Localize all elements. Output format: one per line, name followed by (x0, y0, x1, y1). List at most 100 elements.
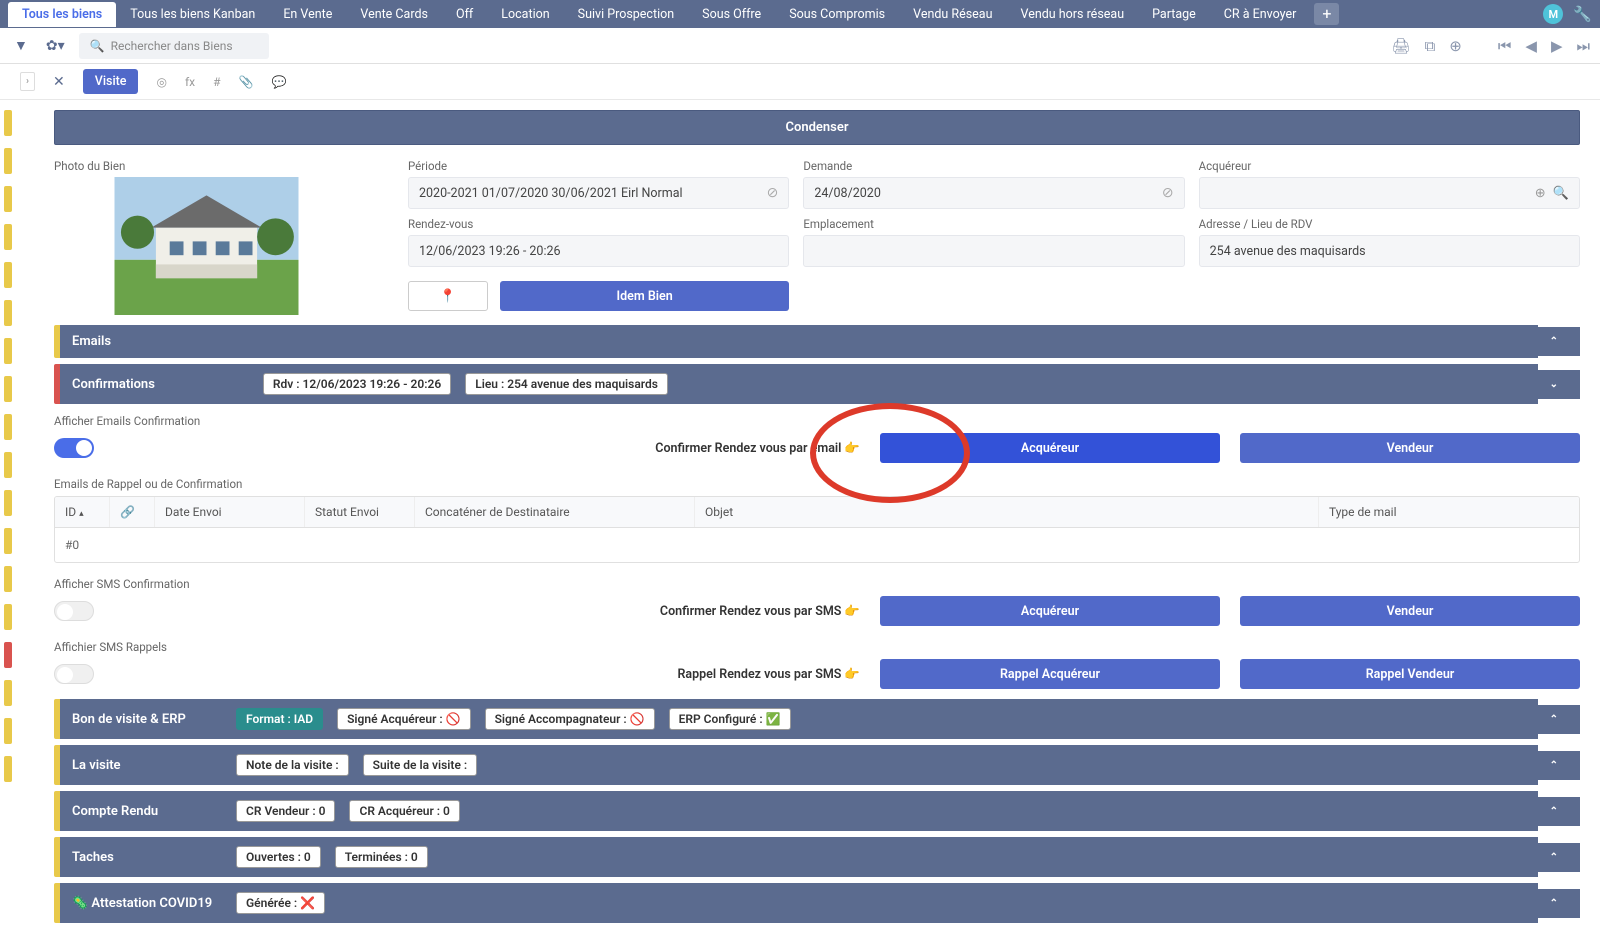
add-icon[interactable]: ⊕ (1449, 37, 1462, 55)
vendeur-sms-button[interactable]: Vendeur (1240, 596, 1580, 626)
prev-icon[interactable]: ◀ (1525, 37, 1537, 55)
section-covid[interactable]: 🦠 Attestation COVID19 Générée : ❌ ⌃ (54, 883, 1580, 923)
acquereur-sms-button[interactable]: Acquéreur (880, 596, 1220, 626)
side-chip[interactable] (4, 148, 12, 174)
side-chip[interactable] (4, 452, 12, 478)
adresse-input[interactable]: 254 avenue des maquisards (1199, 235, 1580, 267)
confirm-sms-label: Confirmer Rendez vous par SMS👉 (114, 604, 860, 619)
acquereur-email-button[interactable]: Acquéreur (880, 433, 1220, 463)
chevron-up-icon[interactable]: ⌃ (1550, 898, 1568, 909)
toggle-emails[interactable] (54, 438, 94, 458)
attachment-icon[interactable]: 📎 (238, 75, 253, 89)
side-chip[interactable] (4, 414, 12, 440)
side-chip[interactable] (4, 376, 12, 402)
tab-vente-cards[interactable]: Vente Cards (346, 2, 442, 27)
side-chip[interactable] (4, 642, 12, 668)
search-icon[interactable]: 🔍 (1553, 186, 1569, 201)
col-link[interactable]: 🔗 (110, 497, 155, 527)
toggle-sms-rappels[interactable] (54, 664, 94, 684)
side-chip[interactable] (4, 186, 12, 212)
side-chip[interactable] (4, 300, 12, 326)
side-chip[interactable] (4, 528, 12, 554)
idem-bien-button[interactable]: Idem Bien (500, 281, 789, 311)
tab-suivi[interactable]: Suivi Prospection (564, 2, 688, 27)
tab-sous-offre[interactable]: Sous Offre (688, 2, 775, 27)
chevron-up-icon[interactable]: ⌃ (1550, 336, 1568, 347)
expand-chevron[interactable]: › (20, 72, 35, 91)
gear-icon[interactable]: ✿▾ (42, 34, 69, 58)
section-emails[interactable]: Emails ⌃ (54, 325, 1580, 358)
pin-button[interactable]: 📍 (408, 281, 488, 311)
tab-vendu-reseau[interactable]: Vendu Réseau (899, 2, 1006, 27)
side-chip[interactable] (4, 566, 12, 592)
add-icon[interactable]: ⊕ (1535, 186, 1546, 201)
toggle-sms[interactable] (54, 601, 94, 621)
col-objet[interactable]: Objet (695, 497, 1319, 527)
rappel-vendeur-button[interactable]: Rappel Vendeur (1240, 659, 1580, 689)
fx-icon[interactable]: fx (185, 75, 195, 89)
avatar[interactable]: M (1543, 4, 1563, 24)
rappel-acquereur-button[interactable]: Rappel Acquéreur (880, 659, 1220, 689)
clear-icon[interactable]: ⊘ (767, 185, 779, 201)
rdv-chip: Rdv : 12/06/2023 19:26 - 20:26 (263, 373, 451, 395)
chevron-down-icon[interactable]: ⌄ (1550, 379, 1568, 390)
chevron-up-icon[interactable]: ⌃ (1550, 806, 1568, 817)
demande-input[interactable]: 24/08/2020 ⊘ (803, 177, 1184, 209)
target-icon[interactable]: ◎ (156, 75, 166, 89)
hash-icon[interactable]: # (213, 75, 220, 89)
side-chip[interactable] (4, 756, 12, 782)
section-bon-visite[interactable]: Bon de visite & ERP Format : IAD Signé A… (54, 699, 1580, 739)
side-chip[interactable] (4, 490, 12, 516)
tab-off[interactable]: Off (442, 2, 487, 27)
copy-icon[interactable]: ⧉ (1425, 37, 1436, 55)
first-icon[interactable]: ⏮ (1498, 37, 1512, 55)
acquereur-input[interactable]: ⊕ 🔍 (1199, 177, 1580, 209)
chevron-up-icon[interactable]: ⌃ (1550, 760, 1568, 771)
tab-location[interactable]: Location (487, 2, 563, 27)
last-icon[interactable]: ⏭ (1576, 37, 1590, 55)
side-chip[interactable] (4, 680, 12, 706)
comment-icon[interactable]: 💬 (271, 75, 286, 89)
filter-icon[interactable]: ▼ (10, 33, 32, 58)
search-input[interactable]: 🔍 Rechercher dans Biens (79, 33, 269, 59)
periode-label: Période (408, 159, 789, 173)
periode-input[interactable]: 2020-2021 01/07/2020 30/06/2021 Eirl Nor… (408, 177, 789, 209)
print-icon[interactable]: 🖨 (1392, 37, 1411, 55)
afficher-sms-rappels-label: Affichier SMS Rappels (54, 640, 1580, 654)
chevron-up-icon[interactable]: ⌃ (1550, 714, 1568, 725)
tab-vendu-hors[interactable]: Vendu hors réseau (1007, 2, 1139, 27)
rdv-input[interactable]: 12/06/2023 19:26 - 20:26 (408, 235, 789, 267)
tab-en-vente[interactable]: En Vente (269, 2, 346, 27)
clear-icon[interactable]: ⊘ (1162, 185, 1174, 201)
close-icon[interactable]: ✕ (53, 74, 65, 90)
side-chip[interactable] (4, 110, 12, 136)
tab-partage[interactable]: Partage (1138, 2, 1210, 27)
section-taches[interactable]: Taches Ouvertes : 0 Terminées : 0 ⌃ (54, 837, 1580, 877)
section-compte-rendu[interactable]: Compte Rendu CR Vendeur : 0 CR Acquéreur… (54, 791, 1580, 831)
rdv-value: 12/06/2023 19:26 - 20:26 (419, 244, 561, 259)
section-confirmations[interactable]: Confirmations Rdv : 12/06/2023 19:26 - 2… (54, 364, 1580, 404)
col-date[interactable]: Date Envoi (155, 497, 305, 527)
col-dest[interactable]: Concaténer de Destinataire (415, 497, 695, 527)
tab-kanban[interactable]: Tous les biens Kanban (116, 2, 269, 27)
col-statut[interactable]: Statut Envoi (305, 497, 415, 527)
side-chip[interactable] (4, 262, 12, 288)
add-tab-button[interactable]: + (1314, 3, 1339, 25)
side-chip[interactable] (4, 338, 12, 364)
condenser-button[interactable]: Condenser (54, 110, 1580, 145)
side-chip[interactable] (4, 224, 12, 250)
chevron-up-icon[interactable]: ⌃ (1550, 852, 1568, 863)
rappel-sms-label: Rappel Rendez vous par SMS👉 (114, 667, 860, 682)
side-chip[interactable] (4, 718, 12, 744)
col-type[interactable]: Type de mail (1319, 497, 1579, 527)
side-chip[interactable] (4, 604, 12, 630)
next-icon[interactable]: ▶ (1551, 37, 1563, 55)
wrench-icon[interactable]: 🔧 (1573, 5, 1592, 23)
tab-sous-compromis[interactable]: Sous Compromis (775, 2, 899, 27)
section-la-visite[interactable]: La visite Note de la visite : Suite de l… (54, 745, 1580, 785)
vendeur-email-button[interactable]: Vendeur (1240, 433, 1580, 463)
emplacement-input[interactable] (803, 235, 1184, 267)
tab-tous-les-biens[interactable]: Tous les biens (8, 2, 116, 27)
col-id[interactable]: ID ▴ (55, 497, 110, 527)
tab-cr-envoyer[interactable]: CR à Envoyer (1210, 2, 1311, 27)
